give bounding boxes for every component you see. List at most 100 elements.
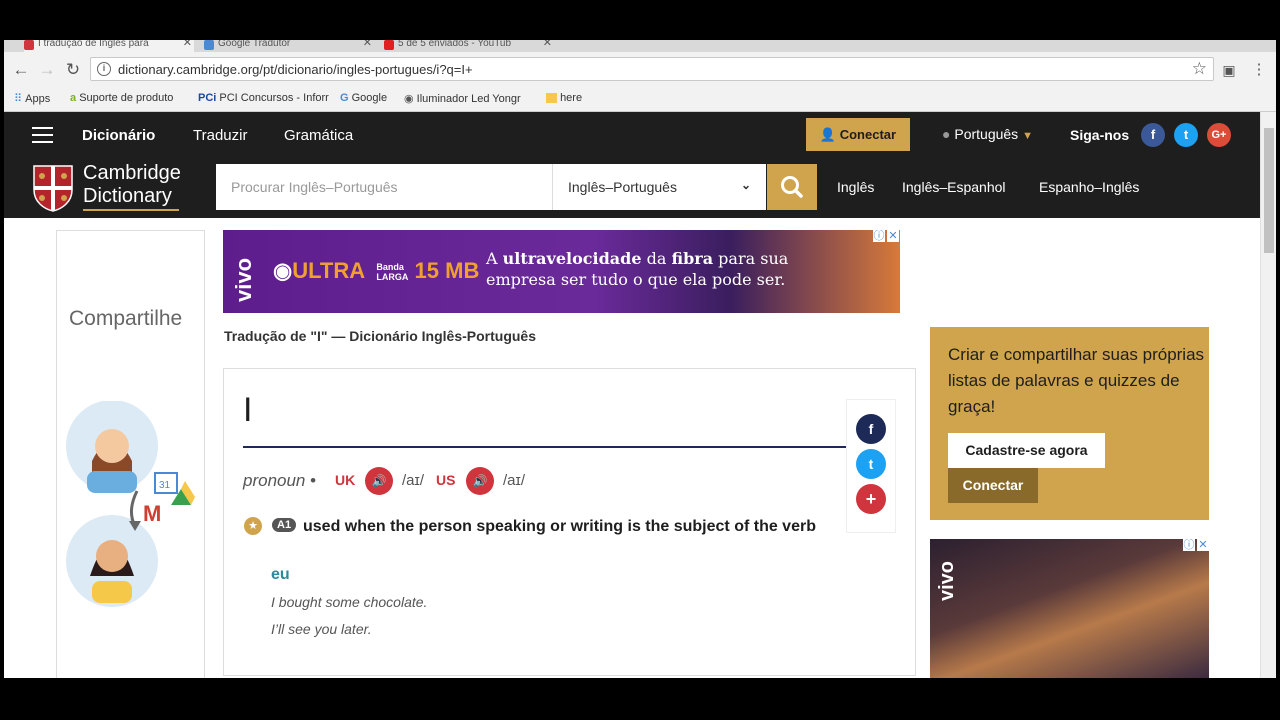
nav-traduzir[interactable]: Traduzir [193, 127, 247, 144]
cambridge-logo-text[interactable]: Cambridge Dictionary [83, 162, 181, 208]
close-tab-icon[interactable]: ✕ [543, 40, 552, 49]
us-ipa: /aɪ/ [503, 472, 526, 489]
promo-login-button[interactable]: Conectar [948, 468, 1038, 503]
dictionary-select[interactable]: Inglês–Português ⌄ [552, 164, 766, 210]
bookmarks-bar: ⠿ Apps a Suporte de produto PCi PCI Conc… [4, 86, 1276, 112]
example-sentence: I bought some chocolate. [271, 594, 428, 610]
share-panel: Compartilhe 31 M [56, 230, 205, 678]
apps-grid-icon: ⠿ [14, 93, 23, 105]
url-text[interactable]: dictionary.cambridge.org/pt/dicionario/i… [118, 62, 473, 77]
pos-label: pronoun [243, 471, 306, 490]
promo-text: Criar e compartilhar suas próprias lista… [948, 345, 1205, 416]
ad-speed: 15 MB [414, 258, 480, 283]
search-icon [781, 176, 803, 198]
language-selector[interactable]: ● Português ▼ [942, 126, 1033, 142]
star-icon[interactable]: ★ [244, 517, 262, 535]
speed-prefix-2: LARGA [376, 272, 409, 283]
bookmark-apps[interactable]: ⠿ Apps [14, 92, 50, 105]
definition-text: used when the person speaking or writing… [303, 518, 816, 535]
ad-text-part: da [641, 249, 672, 268]
ad-close-icon[interactable]: ✕ [1197, 539, 1209, 551]
bookmark-favicon-icon: ◉ [404, 93, 414, 105]
ad-product: ◉ULTRA Banda LARGA 15 MB [273, 258, 479, 284]
page-scrollbar[interactable] [1260, 112, 1276, 678]
google-plus-icon[interactable]: G+ [1207, 123, 1231, 147]
cambridge-shield-icon[interactable] [32, 164, 74, 212]
ad-product-name: ULTRA [292, 258, 365, 283]
dictionary-entry: I pronoun • UK 🔊 /aɪ/ US 🔊 /aɪ/ ★ used w… [223, 368, 916, 676]
headword: I [243, 391, 253, 429]
ad-close-icon[interactable]: ✕ [887, 230, 899, 242]
tab-cambridge[interactable]: I tradução de Inglês para ✕ [24, 40, 194, 52]
user-icon: 👤 [819, 127, 837, 142]
svg-text:31: 31 [159, 480, 171, 491]
nav-dicionario[interactable]: Dicionário [82, 127, 155, 144]
site-info-icon[interactable]: i [97, 62, 111, 76]
tab-title: 5 de 5 enviados - YouTub [398, 40, 512, 49]
logo-underline [83, 209, 179, 211]
bookmark-pci[interactable]: PCi PCI Concursos - Inforr [198, 92, 329, 104]
hamburger-menu-icon[interactable] [32, 127, 53, 143]
ad-text-part: para sua [713, 249, 789, 268]
close-tab-icon[interactable]: ✕ [363, 40, 372, 49]
wordlist-promo: Criar e compartilhar suas próprias lista… [930, 327, 1209, 520]
share-panel-title: Compartilhe [69, 307, 183, 330]
chevron-down-icon: ⌄ [740, 178, 751, 192]
dict-link-ingles-espanhol[interactable]: Inglês–Espanhol [902, 179, 1006, 195]
search-input[interactable] [216, 164, 552, 210]
uk-ipa: /aɪ/ [402, 472, 425, 489]
connect-label: Conectar [839, 127, 897, 142]
back-arrow-icon[interactable]: ← [10, 60, 32, 80]
extension-icon[interactable]: ▣ [1218, 62, 1240, 79]
ad-info-icon[interactable]: ⓘ [873, 230, 885, 242]
scrollbar-thumb[interactable] [1264, 128, 1274, 253]
pos-bullet: • [310, 471, 317, 490]
search-row: Cambridge Dictionary Inglês–Português ⌄ … [4, 158, 1260, 218]
ad-side-vivo[interactable]: vivo ⓘ ✕ [930, 539, 1209, 678]
google-favicon-icon: G [340, 92, 349, 104]
share-facebook-icon[interactable]: f [856, 414, 886, 444]
site-top-nav: Dicionário Traduzir Gramática 👤 Conectar… [4, 112, 1260, 158]
bookmark-here[interactable]: here [546, 92, 582, 104]
logo-line-2: Dictionary [83, 185, 172, 207]
uk-label: UK [335, 472, 356, 488]
pci-favicon-icon: PCi [198, 92, 217, 104]
ad-text-part: A [486, 249, 503, 268]
bookmark-iluminador[interactable]: ◉ Iluminador Led Yongr [404, 92, 521, 105]
tab-google-translate[interactable]: Google Tradutor ✕ [204, 40, 374, 52]
globe-icon: ● [942, 126, 951, 142]
share-twitter-icon[interactable]: t [856, 449, 886, 479]
url-field[interactable]: i dictionary.cambridge.org/pt/dicionario… [90, 57, 1214, 81]
twitter-icon[interactable]: t [1174, 123, 1198, 147]
close-tab-icon[interactable]: ✕ [183, 40, 192, 49]
signup-button[interactable]: Cadastre-se agora [948, 433, 1105, 468]
search-button[interactable] [767, 164, 817, 210]
share-more-plus-icon[interactable]: + [856, 484, 886, 514]
dict-link-espanhol-ingles[interactable]: Espanho–Inglês [1039, 179, 1139, 195]
youtube-favicon-icon [384, 40, 394, 50]
ad-info-icon[interactable]: ⓘ [1183, 539, 1195, 551]
bookmark-star-icon[interactable]: ☆ [1192, 59, 1207, 79]
ad-text-bold: fibra [671, 249, 714, 268]
ad-banner-vivo[interactable]: vivo ◉ULTRA Banda LARGA 15 MB A ultravelo… [223, 230, 900, 313]
browser-window: I tradução de Inglês para ✕ Google Tradu… [4, 40, 1276, 678]
bookmark-label: here [560, 92, 583, 104]
bookmark-suporte[interactable]: a Suporte de produto [70, 92, 173, 104]
facebook-icon[interactable]: f [1141, 123, 1165, 147]
nav-gramatica[interactable]: Gramática [284, 127, 353, 144]
forward-arrow-icon[interactable]: → [36, 60, 58, 80]
dict-link-ingles[interactable]: Inglês [837, 179, 874, 195]
tab-youtube[interactable]: 5 de 5 enviados - YouTub ✕ [384, 40, 554, 52]
connect-button[interactable]: 👤 Conectar [806, 118, 910, 151]
dictionary-select-value: Inglês–Português [568, 179, 677, 195]
ad-text-line-2: empresa ser tudo o que ela pode ser. [486, 270, 786, 289]
uk-audio-speaker-icon[interactable]: 🔊 [365, 467, 393, 495]
us-label: US [436, 472, 456, 488]
us-audio-speaker-icon[interactable]: 🔊 [466, 467, 494, 495]
menu-dots-icon[interactable]: ⋮ [1248, 60, 1270, 78]
tab-title: Google Tradutor [218, 40, 291, 49]
reload-icon[interactable]: ↻ [62, 60, 84, 80]
bookmark-google[interactable]: G Google [340, 92, 387, 104]
bookmark-label: Suporte de produto [79, 92, 174, 104]
bookmark-label: Google [351, 92, 388, 104]
